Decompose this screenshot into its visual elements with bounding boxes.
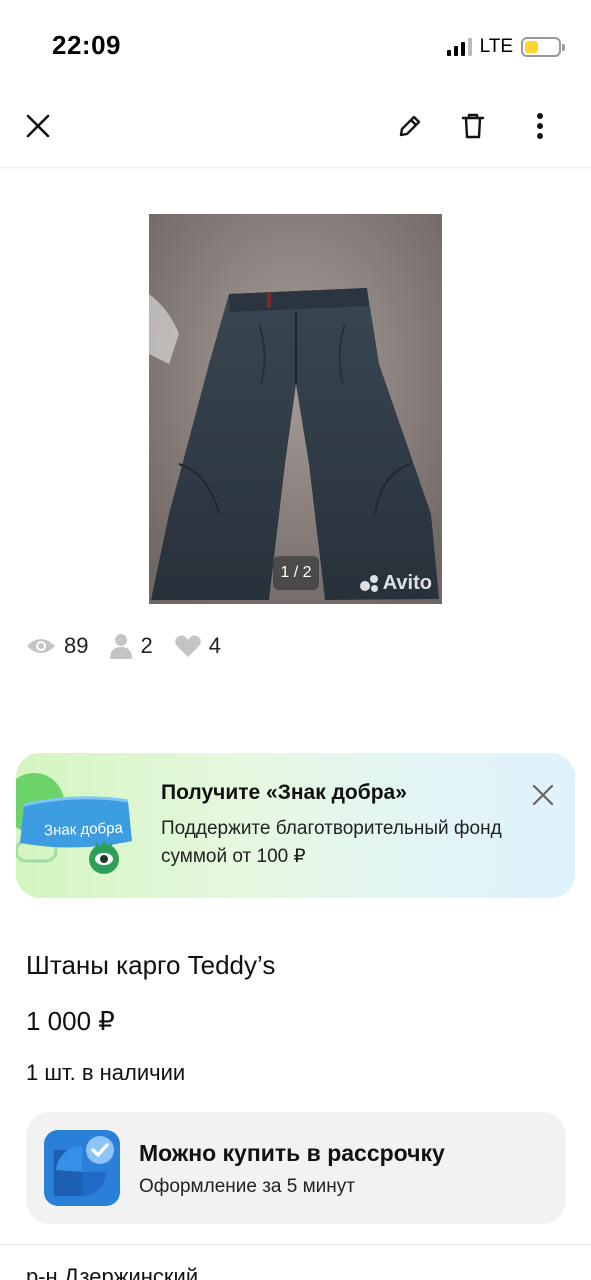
- watermark-text: Avito: [382, 572, 432, 594]
- favorites-stat: 4: [174, 633, 221, 659]
- heart-icon: [174, 635, 201, 657]
- pencil-icon: [399, 115, 421, 137]
- cargo-pants-image: [149, 214, 442, 604]
- close-icon: [532, 784, 554, 806]
- location-district: р-н Дзержинский: [26, 1264, 199, 1280]
- avito-logo-icon: [359, 574, 380, 593]
- favorites-count: 4: [208, 633, 221, 658]
- close-button[interactable]: [16, 104, 60, 148]
- views-count: 89: [64, 633, 89, 658]
- banner-text: Поддержите благотворительный фонд суммой…: [161, 818, 502, 867]
- listing-price: 1 000 ₽: [26, 1006, 115, 1036]
- more-vertical-icon: [537, 113, 543, 139]
- charity-badge-text: Знак добра: [43, 819, 124, 840]
- edit-button[interactable]: [388, 104, 432, 148]
- photo-counter: 1 / 2: [273, 556, 319, 590]
- contacts-stat: 2: [110, 633, 153, 659]
- status-time: 22:09: [52, 30, 121, 60]
- trash-icon: [461, 113, 485, 139]
- charity-banner[interactable]: Знак добра Получите «Знак добра» Поддерж…: [16, 753, 575, 898]
- eye-icon: [27, 639, 55, 653]
- installment-card[interactable]: Можно купить в рассрочку Оформление за 5…: [26, 1112, 566, 1224]
- installment-subtitle: Оформление за 5 минут: [139, 1176, 355, 1197]
- section-divider: [0, 1244, 591, 1245]
- network-type: LTE: [479, 36, 513, 57]
- top-toolbar: [0, 90, 591, 168]
- close-icon: [26, 114, 50, 138]
- listing-stats: 89 2 4: [26, 630, 243, 662]
- banner-title: Получите «Знак добра»: [161, 781, 407, 804]
- status-bar: 22:09 LTE: [0, 0, 591, 90]
- status-indicators: LTE: [446, 36, 565, 58]
- contacts-count: 2: [140, 633, 153, 658]
- listing-title: Штаны карго Teddy’s: [26, 950, 276, 980]
- more-button[interactable]: [518, 104, 562, 148]
- listing-photo[interactable]: 1 / 2 Avito: [149, 214, 442, 604]
- stock-status: 1 шт. в наличии: [26, 1060, 186, 1085]
- views-stat: 89: [26, 633, 88, 659]
- avito-watermark: Avito: [359, 572, 432, 595]
- installment-title: Можно купить в рассрочку: [139, 1140, 445, 1166]
- person-icon: [110, 634, 133, 659]
- battery-icon: [521, 37, 565, 57]
- installment-icon: [44, 1130, 120, 1206]
- banner-close-button[interactable]: [527, 779, 559, 811]
- signal-icon: [446, 38, 472, 56]
- delete-button[interactable]: [451, 104, 495, 148]
